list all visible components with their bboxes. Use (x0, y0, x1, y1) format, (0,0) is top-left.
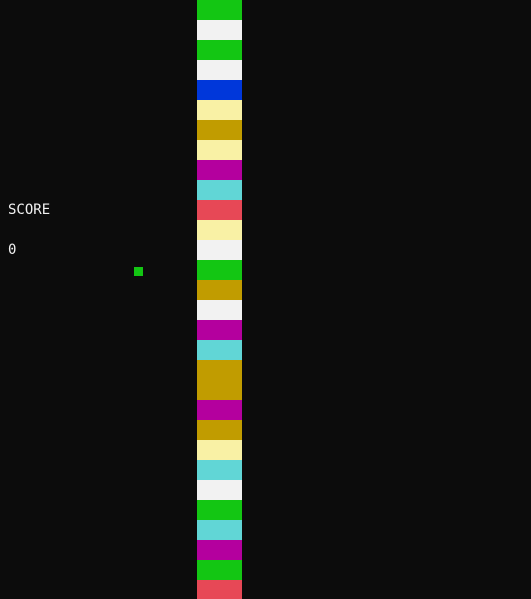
stack-block (197, 300, 242, 320)
stack-block (197, 580, 242, 599)
stack-block (197, 280, 242, 300)
stack-block (197, 320, 242, 340)
stack-block (197, 340, 242, 360)
stack-block (197, 160, 242, 180)
stack-block (197, 140, 242, 160)
stack-block (197, 240, 242, 260)
stack-block (197, 220, 242, 240)
block-column (197, 0, 242, 599)
stack-block (197, 20, 242, 40)
stack-block (197, 380, 242, 400)
stack-block (197, 80, 242, 100)
player-block (134, 267, 143, 276)
score-label: SCORE (8, 202, 51, 218)
game-screen[interactable]: SCORE 0 (0, 0, 531, 599)
stack-block (197, 480, 242, 500)
stack-block (197, 460, 242, 480)
stack-block (197, 540, 242, 560)
stack-block (197, 440, 242, 460)
stack-block (197, 0, 242, 20)
stack-block (197, 420, 242, 440)
stack-block (197, 500, 242, 520)
stack-block (197, 120, 242, 140)
stack-block (197, 60, 242, 80)
score-value: 0 (8, 242, 17, 258)
stack-block (197, 360, 242, 380)
stack-block (197, 200, 242, 220)
stack-block (197, 100, 242, 120)
stack-block (197, 180, 242, 200)
stack-block (197, 520, 242, 540)
stack-block (197, 40, 242, 60)
stack-block (197, 400, 242, 420)
stack-block (197, 560, 242, 580)
stack-block (197, 260, 242, 280)
